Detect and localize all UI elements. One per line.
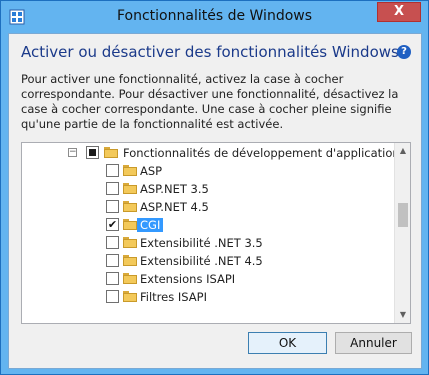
dialog-window: Fonctionnalités de Windows X Activer ou … xyxy=(0,0,429,375)
title-bar[interactable]: Fonctionnalités de Windows X xyxy=(1,1,428,33)
tree-item-label: Filtres ISAPI xyxy=(140,290,207,304)
ext-net45-checkbox[interactable] xyxy=(106,254,119,267)
scroll-up-icon[interactable]: ▲ xyxy=(395,143,410,159)
folder-icon xyxy=(123,237,137,248)
window-title: Fonctionnalités de Windows xyxy=(116,8,313,24)
page-title: Activer ou désactiver des fonctionnalité… xyxy=(21,43,399,61)
tree-item-ext-net35[interactable]: Extensibilité .NET 3.5 xyxy=(22,234,396,252)
folder-icon xyxy=(123,219,137,230)
tree-item-label: Extensions ISAPI xyxy=(140,272,236,286)
tree-item-isapi-filters[interactable]: Filtres ISAPI xyxy=(22,288,396,306)
tree-item-cgi[interactable]: ✔ CGI xyxy=(22,216,396,234)
scroll-thumb[interactable] xyxy=(398,203,408,227)
collapse-icon[interactable]: − xyxy=(68,148,77,157)
asp-checkbox[interactable] xyxy=(106,164,119,177)
description-text: Pour activer une fonctionnalité, activez… xyxy=(21,72,399,131)
cancel-button[interactable]: Annuler xyxy=(335,332,412,354)
tree-item-label: Extensibilité .NET 4.5 xyxy=(140,254,263,268)
tree-parent-row[interactable]: − Fonctionnalités de développement d'app… xyxy=(22,144,406,162)
parent-partial-checkbox[interactable] xyxy=(86,146,99,159)
folder-icon xyxy=(123,201,137,212)
help-icon[interactable]: ? xyxy=(397,45,411,59)
isapi-filters-checkbox[interactable] xyxy=(106,290,119,303)
tree-item-isapi-ext[interactable]: Extensions ISAPI xyxy=(22,270,396,288)
ext-net35-checkbox[interactable] xyxy=(106,236,119,249)
tree-item-label: CGI xyxy=(137,218,164,232)
tree-item-aspnet45[interactable]: ASP.NET 4.5 xyxy=(22,198,396,216)
parent-label: Fonctionnalités de développement d'appli… xyxy=(123,146,406,160)
scroll-down-icon[interactable]: ▼ xyxy=(395,307,410,323)
tree-item-aspnet35[interactable]: ASP.NET 3.5 xyxy=(22,180,396,198)
features-tree[interactable]: − Fonctionnalités de développement d'app… xyxy=(21,142,411,324)
folder-icon xyxy=(123,183,137,194)
folder-icon xyxy=(123,273,137,284)
tree-item-label: Extensibilité .NET 3.5 xyxy=(140,236,263,250)
selected-label: CGI xyxy=(137,218,164,232)
cgi-checkbox[interactable]: ✔ xyxy=(106,218,119,231)
tree-item-label: ASP xyxy=(140,164,163,178)
folder-icon xyxy=(123,291,137,302)
isapi-ext-checkbox[interactable] xyxy=(106,272,119,285)
aspnet45-checkbox[interactable] xyxy=(106,200,119,213)
folder-icon xyxy=(123,165,137,176)
tree-item-label: ASP.NET 3.5 xyxy=(140,182,209,196)
close-button[interactable]: X xyxy=(377,2,421,22)
ok-button[interactable]: OK xyxy=(248,332,327,354)
tree-item-label: ASP.NET 4.5 xyxy=(140,200,209,214)
tree-item-ext-net45[interactable]: Extensibilité .NET 4.5 xyxy=(22,252,396,270)
aspnet35-checkbox[interactable] xyxy=(106,182,119,195)
tree-item-asp[interactable]: ASP xyxy=(22,162,396,180)
folder-icon xyxy=(104,147,118,158)
folder-icon xyxy=(123,255,137,266)
vertical-scrollbar[interactable]: ▲ ▼ xyxy=(394,143,410,323)
dialog-client-area: Activer ou désactiver des fonctionnalité… xyxy=(8,33,422,369)
